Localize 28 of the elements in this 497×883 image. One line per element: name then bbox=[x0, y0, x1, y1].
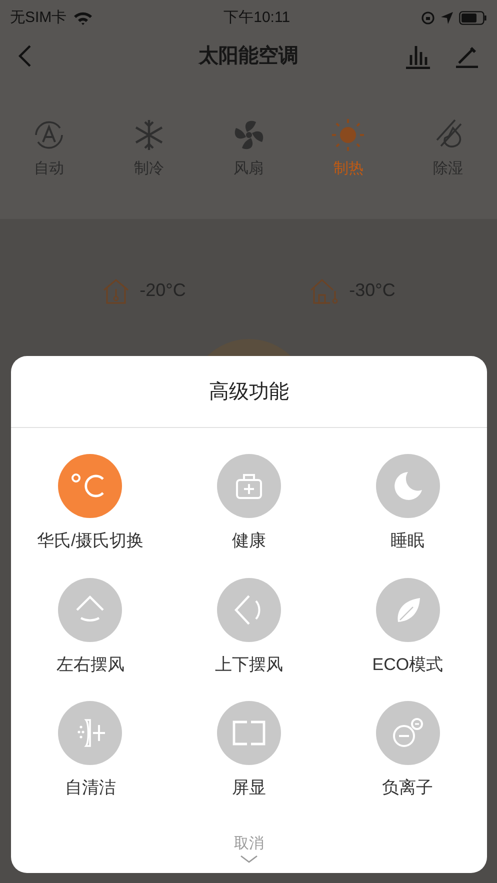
bar-chart-icon[interactable] bbox=[405, 43, 431, 69]
feature-label: ECO模式 bbox=[372, 654, 444, 676]
chevron-down-icon bbox=[240, 855, 258, 863]
rotation-lock-icon bbox=[420, 11, 435, 25]
cancel-button[interactable]: 取消 bbox=[234, 832, 264, 863]
screen-frame-icon bbox=[230, 719, 267, 747]
edit-icon[interactable] bbox=[455, 44, 479, 68]
location-arrow-icon bbox=[440, 12, 453, 24]
home-thermometer-icon bbox=[102, 276, 130, 304]
house-thermometer-icon bbox=[309, 276, 340, 304]
clock-time: 下午10:11 bbox=[224, 8, 290, 28]
medical-kit-icon bbox=[234, 471, 264, 501]
moon-icon bbox=[392, 470, 424, 502]
ion-icon bbox=[390, 716, 425, 750]
carrier-label: 无SIM卡 bbox=[10, 8, 67, 28]
sun-icon bbox=[331, 118, 366, 152]
wifi-icon bbox=[72, 11, 93, 25]
feature-label: 屏显 bbox=[232, 777, 266, 799]
feature-label: 负离子 bbox=[382, 777, 434, 799]
feature-label: 睡眠 bbox=[390, 530, 425, 552]
feature-label: 华氏/摄氏切换 bbox=[36, 530, 144, 552]
battery-icon bbox=[458, 11, 487, 25]
feature-label: 左右摆风 bbox=[56, 654, 124, 676]
feature-label: 自清洁 bbox=[64, 777, 116, 799]
feature-label: 上下摆风 bbox=[214, 654, 283, 676]
feature-label: 健康 bbox=[232, 530, 266, 552]
page-title: 太阳能空调 bbox=[198, 44, 298, 69]
mode-button[interactable]: 制热 bbox=[307, 118, 390, 180]
